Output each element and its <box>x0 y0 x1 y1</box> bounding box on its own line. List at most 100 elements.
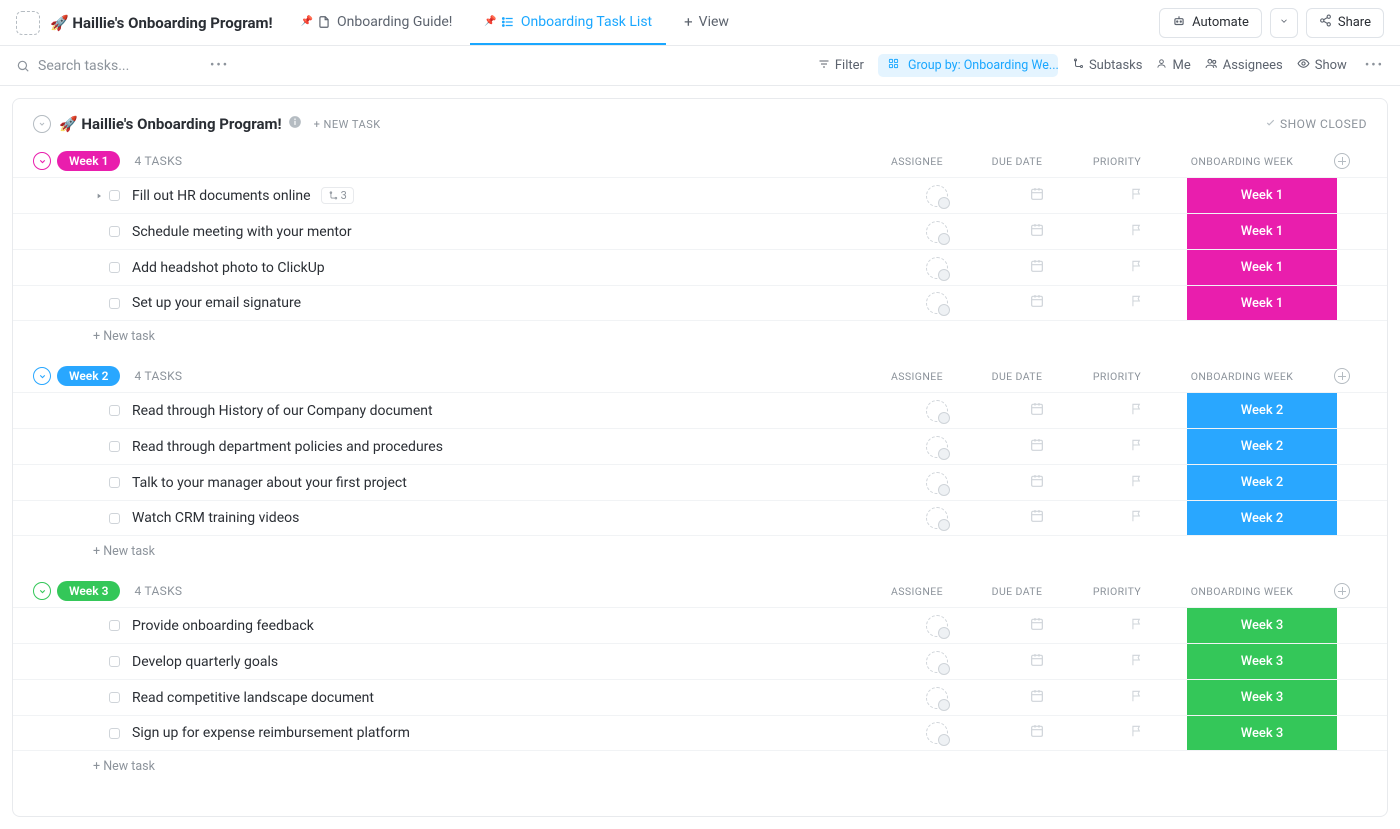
expand-caret-icon[interactable] <box>93 192 105 200</box>
task-row[interactable]: Read through department policies and pro… <box>13 428 1387 464</box>
priority-placeholder[interactable] <box>1130 724 1144 742</box>
task-status-checkbox[interactable] <box>109 226 120 237</box>
col-week[interactable]: ONBOARDING WEEK <box>1191 155 1294 168</box>
assignee-placeholder[interactable] <box>926 400 948 422</box>
due-date-placeholder[interactable] <box>1029 616 1045 636</box>
share-button[interactable]: Share <box>1306 8 1384 38</box>
priority-placeholder[interactable] <box>1130 617 1144 635</box>
onboarding-week-tag[interactable]: Week 1 <box>1187 286 1337 320</box>
task-row[interactable]: Talk to your manager about your first pr… <box>13 464 1387 500</box>
due-date-placeholder[interactable] <box>1029 723 1045 743</box>
subtasks-button[interactable]: Subtasks <box>1072 58 1143 74</box>
priority-placeholder[interactable] <box>1130 259 1144 277</box>
onboarding-week-tag[interactable]: Week 3 <box>1187 644 1337 679</box>
priority-placeholder[interactable] <box>1130 474 1144 492</box>
due-date-placeholder[interactable] <box>1029 186 1045 206</box>
priority-placeholder[interactable] <box>1130 223 1144 241</box>
assignee-placeholder[interactable] <box>926 257 948 279</box>
task-status-checkbox[interactable] <box>109 477 120 488</box>
automate-button[interactable]: Automate <box>1159 8 1262 38</box>
col-assignee[interactable]: ASSIGNEE <box>891 155 943 168</box>
task-status-checkbox[interactable] <box>109 441 120 452</box>
task-name[interactable]: Set up your email signature <box>132 295 301 311</box>
onboarding-week-tag[interactable]: Week 3 <box>1187 680 1337 715</box>
onboarding-week-tag[interactable]: Week 3 <box>1187 608 1337 643</box>
onboarding-week-tag[interactable]: Week 2 <box>1187 393 1337 428</box>
onboarding-week-tag[interactable]: Week 2 <box>1187 501 1337 535</box>
me-button[interactable]: Me <box>1156 58 1190 73</box>
task-row[interactable]: Read competitive landscape document Week … <box>13 679 1387 715</box>
assignee-placeholder[interactable] <box>926 615 948 637</box>
due-date-placeholder[interactable] <box>1029 293 1045 313</box>
priority-placeholder[interactable] <box>1130 438 1144 456</box>
tab-onboarding-guide-[interactable]: 📌Onboarding Guide! <box>287 0 467 45</box>
due-date-placeholder[interactable] <box>1029 473 1045 493</box>
task-status-checkbox[interactable] <box>109 513 120 524</box>
due-date-placeholder[interactable] <box>1029 688 1045 708</box>
task-name[interactable]: Sign up for expense reimbursement platfo… <box>132 725 410 741</box>
group-collapse-toggle[interactable] <box>33 582 51 600</box>
subtask-count-badge[interactable]: 3 <box>321 187 354 204</box>
priority-placeholder[interactable] <box>1130 689 1144 707</box>
task-name[interactable]: Watch CRM training videos <box>132 510 299 526</box>
new-task-button[interactable]: + New task <box>13 536 1387 559</box>
task-status-checkbox[interactable] <box>109 656 120 667</box>
onboarding-week-tag[interactable]: Week 1 <box>1187 178 1337 213</box>
task-row[interactable]: Fill out HR documents online 3 Week 1 <box>13 177 1387 213</box>
task-status-checkbox[interactable] <box>109 298 120 309</box>
task-status-checkbox[interactable] <box>109 692 120 703</box>
assignee-placeholder[interactable] <box>926 651 948 673</box>
task-row[interactable]: Add headshot photo to ClickUpWeek 1 <box>13 249 1387 285</box>
priority-placeholder[interactable] <box>1130 509 1144 527</box>
automate-dropdown[interactable] <box>1270 8 1298 38</box>
add-column-button[interactable] <box>1334 153 1350 169</box>
priority-placeholder[interactable] <box>1130 402 1144 420</box>
assignee-placeholder[interactable] <box>926 185 948 207</box>
task-name[interactable]: Provide onboarding feedback <box>132 618 314 634</box>
add-column-button[interactable] <box>1334 583 1350 599</box>
col-assignee[interactable]: ASSIGNEE <box>891 370 943 383</box>
show-closed-button[interactable]: SHOW CLOSED <box>1265 117 1367 131</box>
list-title[interactable]: 🚀 Haillie's Onboarding Program! <box>50 14 273 32</box>
group-collapse-toggle[interactable] <box>33 152 51 170</box>
onboarding-week-tag[interactable]: Week 3 <box>1187 716 1337 750</box>
assignee-placeholder[interactable] <box>926 687 948 709</box>
col-due[interactable]: DUE DATE <box>992 155 1043 168</box>
due-date-placeholder[interactable] <box>1029 401 1045 421</box>
task-name[interactable]: Talk to your manager about your first pr… <box>132 475 407 491</box>
filter-button[interactable]: Filter <box>818 58 864 74</box>
due-date-placeholder[interactable] <box>1029 508 1045 528</box>
assignee-placeholder[interactable] <box>926 221 948 243</box>
task-status-checkbox[interactable] <box>109 262 120 273</box>
priority-placeholder[interactable] <box>1130 187 1144 205</box>
assignee-placeholder[interactable] <box>926 472 948 494</box>
task-name[interactable]: Read through department policies and pro… <box>132 439 443 455</box>
col-week[interactable]: ONBOARDING WEEK <box>1191 585 1294 598</box>
onboarding-week-tag[interactable]: Week 1 <box>1187 250 1337 285</box>
task-name[interactable]: Read competitive landscape document <box>132 690 374 706</box>
task-row[interactable]: Provide onboarding feedback Week 3 <box>13 607 1387 643</box>
new-task-button[interactable]: + New task <box>13 321 1387 344</box>
filter-more-icon[interactable]: ••• <box>1365 58 1384 73</box>
group-pill[interactable]: Week 1 <box>57 151 120 171</box>
show-button[interactable]: Show <box>1297 57 1347 74</box>
add-view-button[interactable]: +View <box>670 0 743 45</box>
task-name[interactable]: Develop quarterly goals <box>132 654 278 670</box>
due-date-placeholder[interactable] <box>1029 222 1045 242</box>
onboarding-week-tag[interactable]: Week 2 <box>1187 465 1337 500</box>
group-pill[interactable]: Week 3 <box>57 581 120 601</box>
col-priority[interactable]: PRIORITY <box>1093 370 1141 383</box>
list-status-chip[interactable] <box>16 11 40 35</box>
task-status-checkbox[interactable] <box>109 728 120 739</box>
onboarding-week-tag[interactable]: Week 1 <box>1187 214 1337 249</box>
priority-placeholder[interactable] <box>1130 653 1144 671</box>
tab-onboarding-task-list[interactable]: 📌Onboarding Task List <box>470 0 666 45</box>
col-priority[interactable]: PRIORITY <box>1093 155 1141 168</box>
task-status-checkbox[interactable] <box>109 190 120 201</box>
col-priority[interactable]: PRIORITY <box>1093 585 1141 598</box>
onboarding-week-tag[interactable]: Week 2 <box>1187 429 1337 464</box>
col-due[interactable]: DUE DATE <box>992 370 1043 383</box>
panel-collapse-toggle[interactable] <box>33 115 51 133</box>
due-date-placeholder[interactable] <box>1029 437 1045 457</box>
task-name[interactable]: Fill out HR documents online <box>132 188 311 204</box>
